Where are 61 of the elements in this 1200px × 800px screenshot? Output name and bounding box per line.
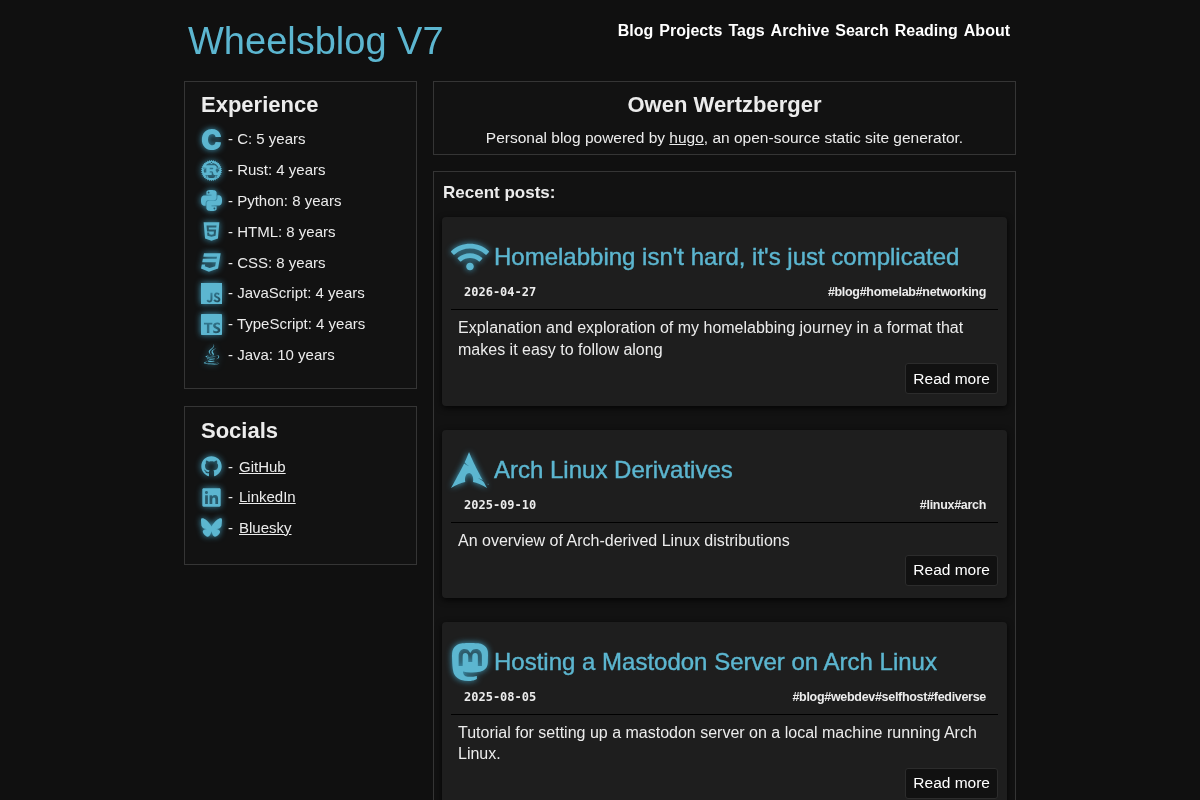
post-date: 2025-08-05: [464, 688, 537, 706]
read-more-button[interactable]: Read more: [905, 363, 998, 394]
tag-link[interactable]: #fediverse: [927, 687, 986, 706]
dash-text: -: [228, 517, 233, 538]
social-link[interactable]: LinkedIn: [239, 487, 296, 508]
experience-item: - TypeScript: 4 years: [228, 314, 366, 335]
tag-link[interactable]: #linux: [919, 496, 955, 514]
site-title[interactable]: Wheelsblog V7: [184, 18, 444, 64]
social-link[interactable]: Bluesky: [239, 517, 292, 538]
experience-item: - Java: 10 years: [228, 344, 335, 365]
post-title-link[interactable]: Hosting a Mastodon Server on Arch Linux: [494, 646, 937, 677]
butterfly-icon: [201, 517, 222, 539]
experience-item: - JavaScript: 4 years: [228, 283, 365, 304]
shield-3-icon: [201, 252, 222, 274]
nav-link[interactable]: Search: [835, 20, 889, 42]
snakes-icon: [201, 190, 222, 212]
tag-link[interactable]: #networking: [915, 283, 986, 301]
recent-posts-heading: Recent posts:: [442, 182, 557, 204]
nav-link[interactable]: About: [963, 20, 1010, 42]
post-date: 2026-04-27: [464, 284, 537, 301]
post-date: 2025-09-10: [464, 497, 537, 514]
experience-item: - Rust: 4 years: [228, 160, 326, 181]
read-more-button[interactable]: Read more: [905, 767, 998, 799]
dash-text: -: [228, 487, 233, 508]
section-heading: Socials: [201, 417, 280, 446]
post-summary: An overview of Arch-derived Linux distributions: [458, 531, 791, 551]
read-more-button[interactable]: Read more: [905, 554, 998, 586]
experience-item: - CSS: 8 years: [228, 252, 326, 273]
speech-bubble-m-icon: [451, 642, 489, 681]
square-in-icon: [201, 486, 222, 508]
square-js-icon: [201, 282, 222, 304]
experience-item: - HTML: 8 years: [228, 221, 336, 242]
tag-link[interactable]: #arch: [954, 496, 986, 514]
hugo-link[interactable]: hugo: [669, 129, 704, 146]
coffee-cup-icon: [201, 344, 222, 366]
profile-name: Owen Wertzberger: [627, 91, 822, 119]
tag-link[interactable]: #blog: [792, 687, 825, 706]
square-ts-icon: [201, 313, 222, 335]
nav-link[interactable]: Reading: [894, 20, 958, 42]
triangle-peak-icon: [451, 451, 489, 489]
gear-r-icon: [201, 159, 222, 181]
post-title-link[interactable]: Homelabbing isn't hard, it's just complicated: [494, 242, 960, 272]
post-title-link[interactable]: Arch Linux Derivatives: [494, 455, 733, 485]
nav-link[interactable]: Projects: [659, 20, 723, 42]
post-summary: Tutorial for setting up a mastodon server on a local machine running Arch Linux.: [458, 722, 978, 764]
profile-description: Personal blog powered by hugo, an open-source static site generator.: [485, 128, 964, 148]
dash-text: -: [228, 456, 233, 477]
post-summary: Explanation and exploration of my homelabbing journey in a format that makes it easy to follow along: [458, 318, 965, 360]
nav-link[interactable]: Blog: [617, 20, 654, 42]
shield-5-icon: [201, 221, 222, 243]
nav-link[interactable]: Archive: [770, 20, 830, 42]
section-heading: Experience: [201, 91, 320, 119]
experience-item: - Python: 8 years: [228, 191, 342, 211]
nav-link[interactable]: Tags: [728, 20, 765, 42]
experience-item: - C: 5 years: [228, 129, 306, 150]
tag-link[interactable]: #webdev: [824, 687, 875, 706]
hexagon-c-icon: [201, 128, 222, 150]
social-link[interactable]: GitHub: [239, 456, 286, 477]
tag-link[interactable]: #blog: [827, 283, 860, 301]
tag-link[interactable]: #homelab: [859, 283, 916, 301]
tag-link[interactable]: #selfhost: [874, 687, 928, 706]
